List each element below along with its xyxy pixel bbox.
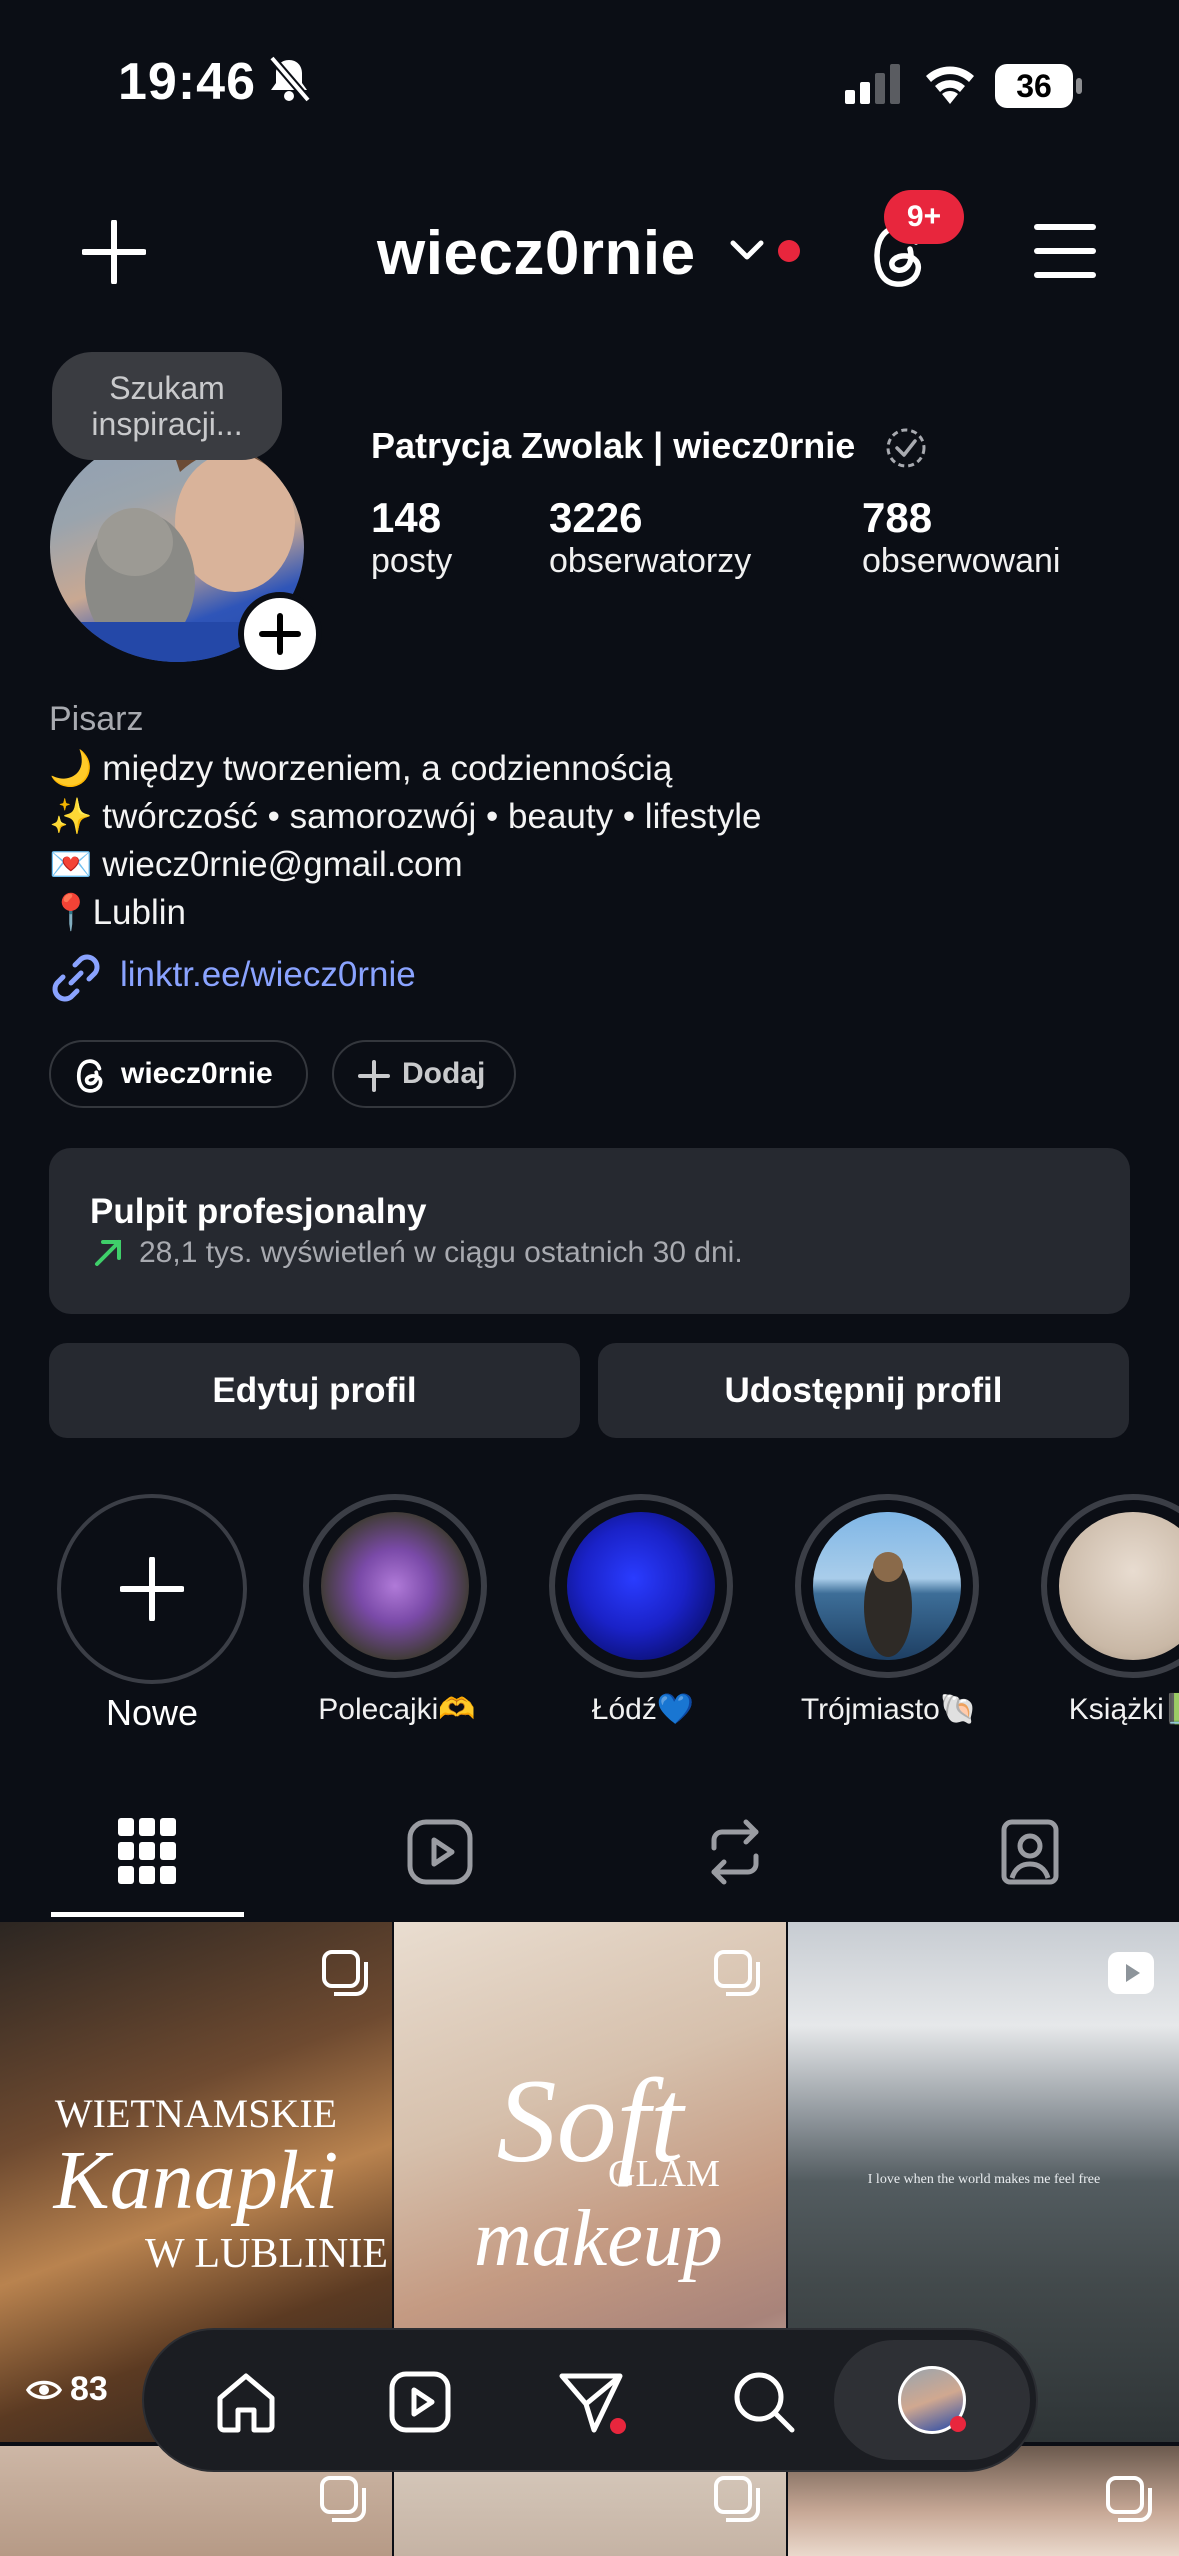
highlight-label: Nowe xyxy=(105,1692,199,1733)
edit-profile-button[interactable]: Edytuj profil xyxy=(49,1343,580,1438)
highlight-ksiazki[interactable] xyxy=(1041,1494,1179,1678)
battery-indicator: 36 xyxy=(995,64,1073,108)
reels-tab-icon[interactable] xyxy=(406,1818,474,1886)
add-story-button[interactable] xyxy=(238,592,322,676)
chevron-down-icon[interactable] xyxy=(730,240,764,262)
post-overlay-text: W LUBLINIE xyxy=(145,2231,388,2277)
share-profile-button[interactable]: Udostępnij profil xyxy=(598,1343,1129,1438)
plus-icon xyxy=(120,1557,184,1621)
bio-line: 📍Lublin xyxy=(49,893,186,932)
home-icon[interactable] xyxy=(214,2370,278,2434)
carousel-icon xyxy=(318,2474,368,2524)
create-plus-icon[interactable] xyxy=(82,220,146,284)
profile-notification-dot xyxy=(950,2416,966,2432)
post-view-count: 83 xyxy=(70,2370,108,2408)
profile-full-name: Patrycja Zwolak | wiecz0rnie xyxy=(371,425,856,466)
silent-mode-icon xyxy=(268,56,310,102)
post-overlay-text: GLAM xyxy=(608,2153,720,2195)
highlight-label: Książki📗 xyxy=(1068,1693,1179,1726)
profile-category: Pisarz xyxy=(49,700,144,738)
highlight-label: Łódź💙 xyxy=(591,1693,695,1726)
menu-hamburger-icon[interactable] xyxy=(1034,222,1096,280)
highlight-label: Trójmiasto🐚 xyxy=(800,1693,978,1726)
active-tab-indicator xyxy=(51,1912,244,1917)
messages-unread-dot xyxy=(610,2418,626,2434)
add-chip[interactable]: Dodaj xyxy=(332,1040,516,1108)
bio-line: 💌 wiecz0rnie@gmail.com xyxy=(49,845,463,884)
post-overlay-text: WIETNAMSKIE xyxy=(54,2091,338,2136)
stat-followers-label: obserwatorzy xyxy=(549,542,752,580)
highlight-cover xyxy=(1059,1512,1179,1660)
add-chip-label: Dodaj xyxy=(402,1057,486,1090)
threads-chip-label: wiecz0rnie xyxy=(121,1057,273,1090)
stat-followers[interactable]: 3226 obserwatorzy xyxy=(549,494,751,581)
status-time: 19:46 xyxy=(118,53,256,111)
wifi-icon xyxy=(922,60,978,104)
battery-tip xyxy=(1076,78,1082,94)
profile-tab-active[interactable] xyxy=(834,2340,1030,2460)
link-icon xyxy=(49,953,103,1003)
threads-small-icon xyxy=(75,1058,109,1094)
carousel-icon xyxy=(712,1948,762,1998)
dashboard-title: Pulpit profesjonalny xyxy=(90,1192,427,1231)
verified-badge-icon[interactable] xyxy=(884,426,928,470)
stat-following-value: 788 xyxy=(862,494,933,541)
stat-following[interactable]: 788 obserwowani xyxy=(862,494,1060,581)
highlight-polecajki[interactable] xyxy=(303,1494,487,1678)
account-username[interactable]: wiecz0rnie xyxy=(377,218,696,289)
search-icon[interactable] xyxy=(732,2370,796,2434)
tagged-tab-icon[interactable] xyxy=(996,1818,1064,1886)
new-highlight-button[interactable] xyxy=(57,1494,247,1684)
highlight-trojmiasto[interactable] xyxy=(795,1494,979,1678)
stat-posts[interactable]: 148 posty xyxy=(371,494,452,581)
professional-dashboard-card[interactable]: Pulpit profesjonalny 28,1 tys. wyświetle… xyxy=(49,1148,1130,1314)
highlight-label: Polecajki🫶 xyxy=(318,1693,476,1726)
reposts-tab-icon[interactable] xyxy=(704,1818,766,1886)
stat-following-label: obserwowani xyxy=(862,542,1061,580)
profile-note-bubble[interactable]: Szukam inspiracji... xyxy=(52,352,282,460)
dashboard-subtitle: 28,1 tys. wyświetleń w ciągu ostatnich 3… xyxy=(139,1236,743,1269)
stat-followers-value: 3226 xyxy=(549,494,643,541)
stat-posts-value: 148 xyxy=(371,494,442,541)
post-overlay-text: makeup xyxy=(474,2195,723,2283)
bottom-navigation xyxy=(142,2328,1038,2472)
highlight-lodz[interactable] xyxy=(549,1494,733,1678)
new-activity-dot xyxy=(778,240,800,262)
trend-up-icon xyxy=(93,1238,123,1268)
bio-line: 🌙 między tworzeniem, a codziennością xyxy=(49,749,673,788)
reels-nav-icon[interactable] xyxy=(388,2370,452,2434)
highlight-cover xyxy=(567,1512,715,1660)
reel-play-icon xyxy=(1106,1950,1156,1996)
bio-link[interactable]: linktr.ee/wiecz0rnie xyxy=(120,955,416,995)
stat-posts-label: posty xyxy=(371,542,453,580)
highlight-cover xyxy=(321,1512,469,1660)
signal-icon xyxy=(845,64,901,104)
notification-badge: 9+ xyxy=(884,190,964,244)
bio-line: ✨ twórczość • samorozwój • beauty • life… xyxy=(49,797,762,836)
carousel-icon xyxy=(712,2474,762,2524)
grid-tab-icon[interactable] xyxy=(118,1818,176,1884)
post-overlay-text: I love when the world makes me feel free xyxy=(867,2172,1101,2187)
plus-small-icon xyxy=(358,1060,390,1092)
post-overlay-text: Kanapki xyxy=(53,2134,339,2227)
highlight-cover xyxy=(813,1512,961,1660)
carousel-icon xyxy=(320,1948,370,1998)
post-overlay-text: Soft xyxy=(496,2054,684,2187)
carousel-icon xyxy=(1104,2474,1154,2524)
threads-profile-chip[interactable]: wiecz0rnie xyxy=(49,1040,308,1108)
views-eye-icon xyxy=(26,2376,62,2404)
